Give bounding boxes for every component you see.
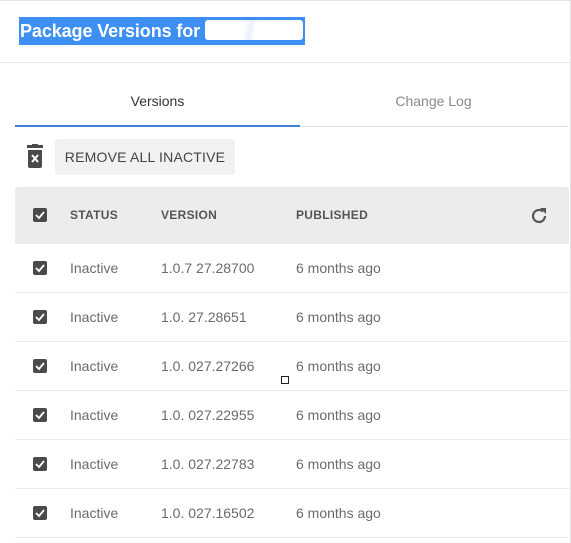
table-row[interactable]: Inactive 1.0. 027.16502 6 months ago [15,489,569,538]
row-checkbox[interactable] [33,359,47,373]
column-header-status[interactable]: STATUS [70,187,118,244]
tab-versions[interactable]: Versions [15,79,300,127]
check-icon [35,362,45,371]
header-divider [0,62,571,63]
column-header-published[interactable]: PUBLISHED [296,187,368,244]
status-cell: Inactive [70,505,119,521]
row-checkbox[interactable] [33,310,47,324]
published-cell: 6 months ago [296,309,381,325]
page-title: Package Versions for [19,17,305,45]
status-cell: Inactive [70,309,119,325]
redacted-package-name [205,20,303,41]
published-cell: 6 months ago [296,505,381,521]
row-checkbox[interactable] [33,261,47,275]
published-cell: 6 months ago [296,260,381,276]
trash-icon[interactable] [23,144,47,170]
version-cell: 1.0.7 27.28700 [161,260,255,276]
cursor-marker [281,376,289,384]
published-cell: 6 months ago [296,456,381,472]
check-icon [35,211,45,220]
status-cell: Inactive [70,358,119,374]
versions-table: STATUS VERSION PUBLISHED Inactive 1.0.7 … [15,187,569,538]
package-versions-panel: Package Versions for Versions Change Log… [0,0,571,543]
status-cell: Inactive [70,407,119,423]
table-header: STATUS VERSION PUBLISHED [15,187,569,244]
check-icon [35,460,45,469]
version-cell: 1.0. 027.16502 [161,505,255,521]
version-cell: 1.0. 027.22783 [161,456,255,472]
row-checkbox[interactable] [33,408,47,422]
row-checkbox[interactable] [33,457,47,471]
status-cell: Inactive [70,260,119,276]
published-cell: 6 months ago [296,358,381,374]
table-row[interactable]: Inactive 1.0. 27.28651 6 months ago [15,293,569,342]
check-icon [35,313,45,322]
version-cell: 1.0. 27.28651 [161,309,247,325]
version-cell: 1.0. 027.27266 [161,358,255,374]
status-cell: Inactive [70,456,119,472]
table-row[interactable]: Inactive 1.0. 027.22955 6 months ago [15,391,569,440]
column-header-version[interactable]: VERSION [161,187,217,244]
select-all-checkbox[interactable] [33,208,47,222]
table-row[interactable]: Inactive 1.0. 027.27266 6 months ago [15,342,569,391]
published-cell: 6 months ago [296,407,381,423]
refresh-icon[interactable] [529,206,549,226]
check-icon [35,509,45,518]
version-cell: 1.0. 027.22955 [161,407,255,423]
tab-bar: Versions Change Log [15,79,567,127]
check-icon [35,411,45,420]
tab-change-log[interactable]: Change Log [300,79,567,126]
table-row[interactable]: Inactive 1.0. 027.22783 6 months ago [15,440,569,489]
row-checkbox[interactable] [33,506,47,520]
table-row[interactable]: Inactive 1.0.7 27.28700 6 months ago [15,244,569,293]
check-icon [35,264,45,273]
page-title-text: Package Versions for [20,21,205,41]
remove-all-inactive-button[interactable]: REMOVE ALL INACTIVE [55,139,235,175]
